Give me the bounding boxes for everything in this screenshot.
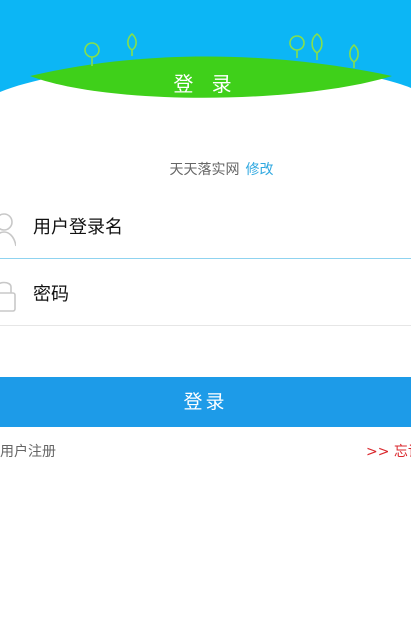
header-banner: 登 录: [0, 0, 411, 110]
register-link[interactable]: 用户注册: [0, 441, 56, 463]
forgot-password-link[interactable]: >> 忘记: [366, 441, 411, 463]
user-icon: [0, 213, 16, 247]
username-field[interactable]: 用户登录名: [0, 198, 411, 259]
site-name: 天天落实网: [169, 162, 240, 178]
password-field[interactable]: 密码: [0, 265, 411, 326]
site-selector: 天天落实网 修改: [0, 158, 411, 182]
lock-icon: [0, 281, 16, 312]
password-input[interactable]: 密码: [33, 282, 69, 308]
page-title: 登 录: [173, 72, 238, 96]
modify-site-link[interactable]: 修改: [246, 162, 274, 178]
login-button[interactable]: 登录: [0, 377, 411, 427]
username-input[interactable]: 用户登录名: [33, 215, 123, 241]
